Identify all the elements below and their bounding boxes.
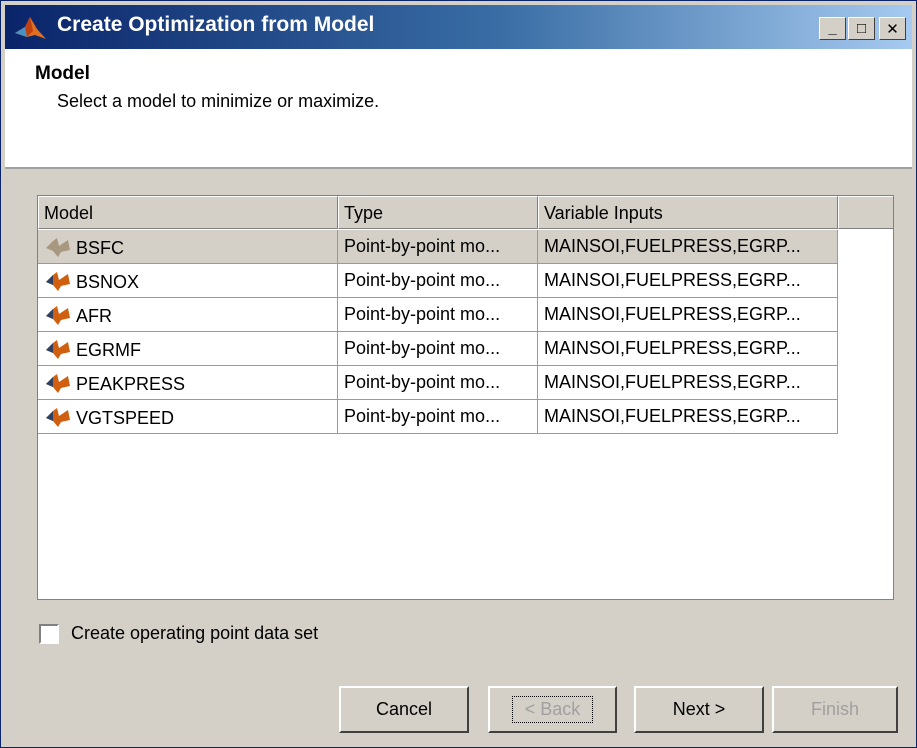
column-header-filler: [838, 196, 893, 229]
type-cell: Point-by-point mo...: [338, 298, 538, 332]
model-cell: EGRMF: [38, 332, 338, 366]
close-icon: ✕: [886, 20, 899, 38]
model-name: EGRMF: [76, 340, 141, 360]
model-name: VGTSPEED: [76, 408, 175, 428]
table-row[interactable]: EGRMF Point-by-point mo... MAINSOI,FUELP…: [38, 332, 838, 366]
type-cell: Point-by-point mo...: [338, 230, 538, 264]
inputs-cell: MAINSOI,FUELPRESS,EGRP...: [538, 332, 838, 366]
inputs-cell: MAINSOI,FUELPRESS,EGRP...: [538, 230, 838, 264]
back-button[interactable]: < Back: [488, 686, 617, 733]
operating-point-label[interactable]: Create operating point data set: [71, 623, 318, 644]
back-label: < Back: [511, 696, 594, 723]
matlab-logo-icon: [15, 17, 46, 39]
minimize-icon: _: [828, 20, 837, 37]
close-button[interactable]: ✕: [879, 17, 906, 40]
model-butterfly-icon: [46, 374, 70, 393]
table-row[interactable]: BSFC Point-by-point mo... MAINSOI,FUELPR…: [38, 230, 838, 264]
minimize-button[interactable]: _: [819, 17, 846, 40]
column-header-inputs[interactable]: Variable Inputs: [538, 196, 838, 229]
dialog-window: Create Optimization from Model _ □ ✕ Mod…: [0, 0, 917, 748]
column-header-model[interactable]: Model: [38, 196, 338, 229]
wizard-header: Model Select a model to minimize or maxi…: [5, 49, 912, 169]
type-cell: Point-by-point mo...: [338, 366, 538, 400]
cancel-label: Cancel: [375, 699, 433, 719]
finish-label: Finish: [810, 699, 859, 719]
inputs-cell: MAINSOI,FUELPRESS,EGRP...: [538, 400, 838, 434]
model-table[interactable]: Model Type Variable Inputs BSFC Point-by…: [37, 195, 894, 600]
model-name: BSNOX: [76, 272, 140, 292]
table-header: Model Type Variable Inputs: [38, 196, 893, 229]
model-butterfly-icon: [46, 340, 70, 359]
table-row[interactable]: BSNOX Point-by-point mo... MAINSOI,FUELP…: [38, 264, 838, 298]
next-button[interactable]: Next >: [634, 686, 764, 733]
model-butterfly-icon: [46, 408, 70, 427]
maximize-button[interactable]: □: [848, 17, 875, 40]
model-butterfly-icon: [46, 238, 70, 257]
table-row[interactable]: VGTSPEED Point-by-point mo... MAINSOI,FU…: [38, 400, 838, 434]
table-row[interactable]: AFR Point-by-point mo... MAINSOI,FUELPRE…: [38, 298, 838, 332]
model-cell: BSFC: [38, 230, 338, 264]
model-cell: VGTSPEED: [38, 400, 338, 434]
model-name: BSFC: [76, 238, 125, 258]
model-cell: BSNOX: [38, 264, 338, 298]
type-cell: Point-by-point mo...: [338, 264, 538, 298]
type-cell: Point-by-point mo...: [338, 332, 538, 366]
model-butterfly-icon: [46, 272, 70, 291]
model-cell: PEAKPRESS: [38, 366, 338, 400]
model-butterfly-icon: [46, 306, 70, 325]
column-header-type[interactable]: Type: [338, 196, 538, 229]
step-title: Model: [35, 63, 90, 84]
type-cell: Point-by-point mo...: [338, 400, 538, 434]
model-cell: AFR: [38, 298, 338, 332]
next-label: Next >: [672, 699, 726, 719]
title-bar[interactable]: Create Optimization from Model _ □ ✕: [5, 5, 912, 49]
model-name: PEAKPRESS: [76, 374, 186, 394]
maximize-icon: □: [856, 20, 867, 37]
operating-point-checkbox[interactable]: [39, 624, 59, 644]
model-name: AFR: [76, 306, 112, 326]
cancel-button[interactable]: Cancel: [339, 686, 469, 733]
inputs-cell: MAINSOI,FUELPRESS,EGRP...: [538, 264, 838, 298]
inputs-cell: MAINSOI,FUELPRESS,EGRP...: [538, 366, 838, 400]
finish-button[interactable]: Finish: [772, 686, 898, 733]
step-description: Select a model to minimize or maximize.: [57, 91, 380, 111]
table-row[interactable]: PEAKPRESS Point-by-point mo... MAINSOI,F…: [38, 366, 838, 400]
window-title: Create Optimization from Model: [57, 13, 375, 36]
inputs-cell: MAINSOI,FUELPRESS,EGRP...: [538, 298, 838, 332]
